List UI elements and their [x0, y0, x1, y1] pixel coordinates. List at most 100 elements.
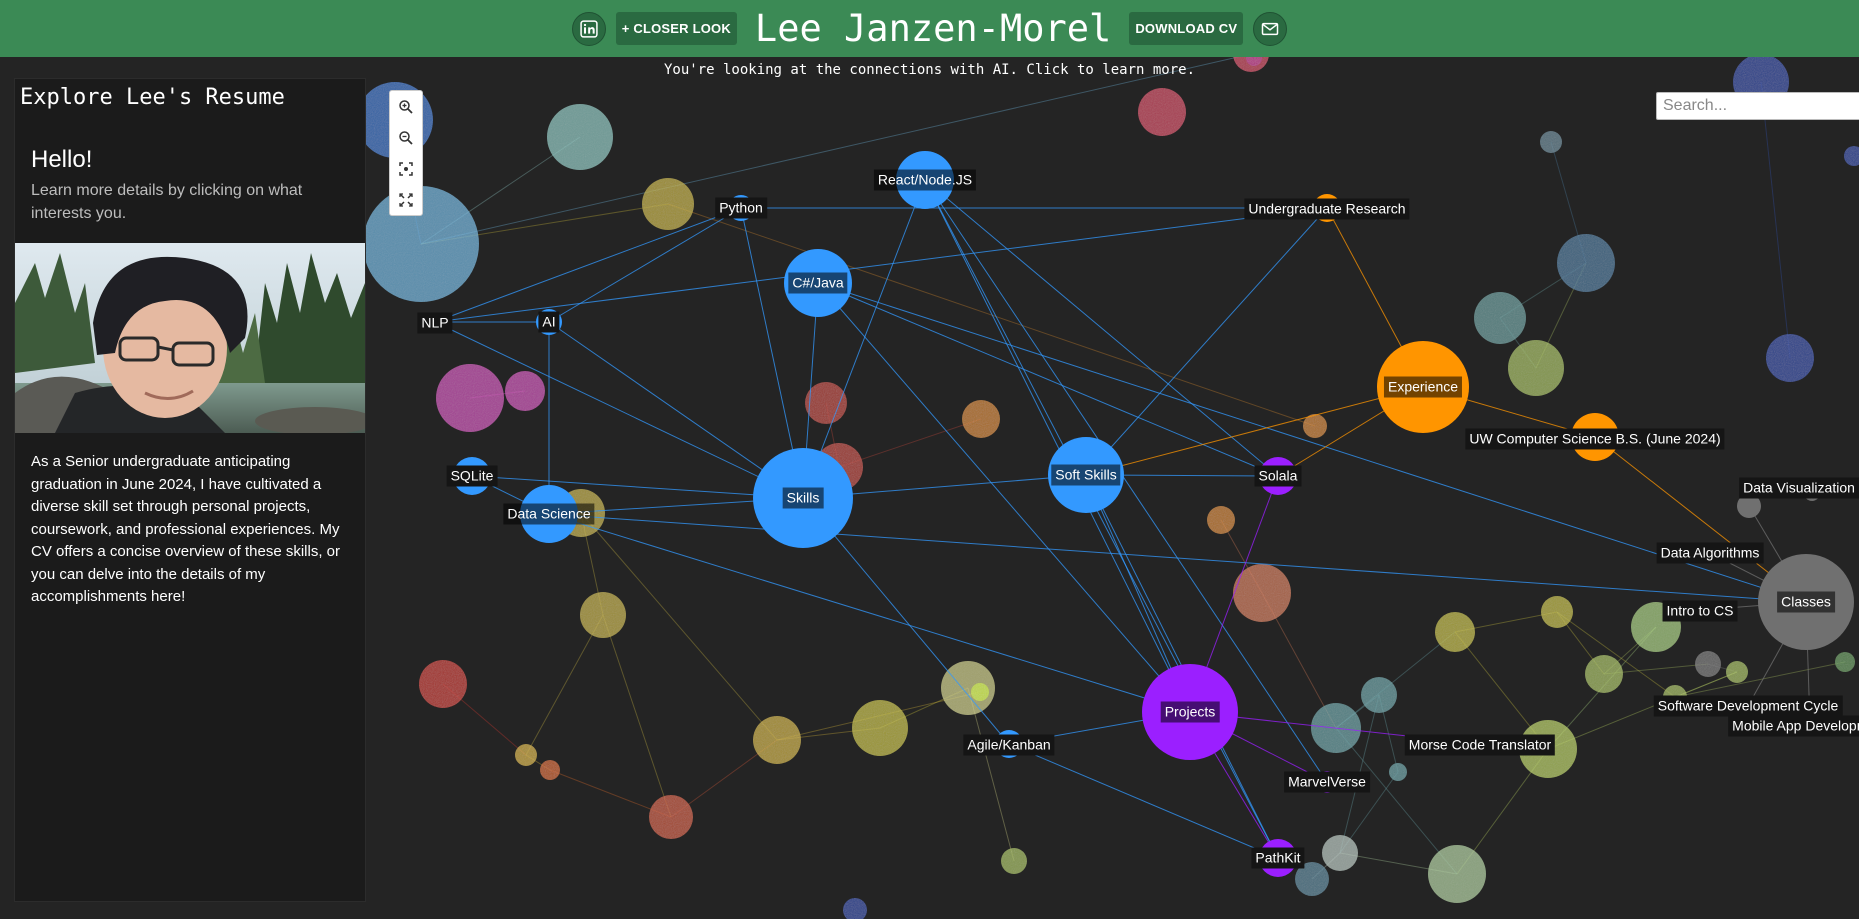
- background-node[interactable]: [649, 795, 693, 839]
- link-react-projects: [924, 179, 1191, 713]
- link-csharp-projects: [817, 282, 1191, 713]
- node-label-uwcs[interactable]: UW Computer Science B.S. (June 2024): [1465, 428, 1725, 450]
- background-node[interactable]: [852, 700, 908, 756]
- background-node[interactable]: [1001, 848, 1027, 874]
- connection-hint: You're looking at the connections with A…: [663, 62, 1195, 78]
- background-node[interactable]: [805, 382, 847, 424]
- node-label-sdc[interactable]: Software Development Cycle: [1653, 695, 1843, 717]
- graph-nodes[interactable]: [426, 151, 1854, 877]
- link-datasci-projects: [548, 513, 1191, 713]
- node-label-introcs[interactable]: Intro to CS: [1662, 600, 1738, 622]
- background-node[interactable]: [1541, 596, 1573, 628]
- profile-photo: [15, 243, 365, 433]
- background-node[interactable]: [642, 178, 694, 230]
- background-node[interactable]: [962, 400, 1000, 438]
- link-agile-pathkit: [1008, 743, 1279, 859]
- background-node[interactable]: [1207, 506, 1235, 534]
- background-node[interactable]: [1726, 661, 1748, 683]
- background-node[interactable]: [1695, 651, 1721, 677]
- background-node[interactable]: [1844, 146, 1859, 166]
- hello-heading: Hello!: [31, 146, 93, 173]
- background-node[interactable]: [1322, 835, 1358, 871]
- resume-panel: Explore Lee's Resume Hello! Learn more d…: [14, 78, 366, 902]
- background-node[interactable]: [1585, 655, 1623, 693]
- background-node[interactable]: [540, 760, 560, 780]
- panel-title: Explore Lee's Resume: [20, 85, 285, 110]
- background-node[interactable]: [580, 592, 626, 638]
- background-node[interactable]: [505, 371, 545, 411]
- node-label-csharp[interactable]: C#/Java: [788, 272, 848, 294]
- background-node[interactable]: [753, 716, 801, 764]
- background-link: [525, 614, 604, 756]
- link-skills-react: [802, 179, 926, 499]
- background-node[interactable]: [843, 898, 867, 919]
- background-node[interactable]: [1508, 340, 1564, 396]
- node-label-sqlite[interactable]: SQLite: [446, 465, 498, 487]
- node-label-mobile[interactable]: Mobile App Development: [1728, 715, 1859, 737]
- background-node[interactable]: [1428, 845, 1486, 903]
- background-node[interactable]: [515, 744, 537, 766]
- zoom-controls: [389, 90, 423, 216]
- node-label-morse[interactable]: Morse Code Translator: [1404, 734, 1556, 756]
- background-node[interactable]: [1557, 234, 1615, 292]
- background-node[interactable]: [1138, 88, 1186, 136]
- fit-view-button[interactable]: [395, 158, 417, 180]
- node-label-projects[interactable]: Projects: [1160, 701, 1220, 723]
- node-label-skills[interactable]: Skills: [782, 487, 824, 509]
- background-link: [1760, 81, 1791, 359]
- node-label-experience[interactable]: Experience: [1383, 376, 1463, 398]
- linkedin-button[interactable]: [571, 11, 606, 46]
- background-node[interactable]: [436, 364, 504, 432]
- fullscreen-icon: [399, 192, 413, 207]
- background-link: [602, 614, 672, 818]
- background-node[interactable]: [971, 683, 989, 701]
- node-label-softskills[interactable]: Soft Skills: [1051, 464, 1121, 486]
- background-node[interactable]: [1540, 131, 1562, 153]
- background-node[interactable]: [1766, 334, 1814, 382]
- background-node[interactable]: [1389, 763, 1407, 781]
- background-node[interactable]: [1435, 612, 1475, 652]
- search-input[interactable]: [1656, 92, 1859, 120]
- email-button[interactable]: [1253, 11, 1288, 46]
- node-label-react[interactable]: React/Node.JS: [873, 169, 977, 191]
- top-header: + CLOSER LOOK Lee Janzen-Morel DOWNLOAD …: [0, 0, 1859, 57]
- background-node[interactable]: [1474, 292, 1526, 344]
- node-label-solala[interactable]: Solala: [1254, 465, 1302, 487]
- bio-text: As a Senior undergraduate anticipating g…: [31, 453, 341, 605]
- link-nlp-python: [434, 207, 742, 323]
- closer-look-button[interactable]: + CLOSER LOOK: [615, 12, 737, 45]
- linkedin-icon: [580, 19, 598, 38]
- link-softskills-ugresearch: [1085, 207, 1328, 476]
- link-ai-python: [548, 207, 742, 323]
- mail-icon: [1261, 22, 1279, 35]
- zoom-in-icon: [399, 99, 413, 114]
- background-node[interactable]: [1835, 652, 1855, 672]
- zoom-out-button[interactable]: [395, 127, 417, 149]
- background-link: [667, 203, 1316, 427]
- node-label-ugresearch[interactable]: Undergraduate Research: [1244, 198, 1410, 220]
- node-label-classes[interactable]: Classes: [1777, 591, 1835, 613]
- node-label-datavis[interactable]: Data Visualization: [1739, 477, 1859, 499]
- node-label-python[interactable]: Python: [715, 197, 767, 219]
- fullscreen-button[interactable]: [395, 189, 417, 211]
- page-title: Lee Janzen-Morel: [754, 7, 1112, 50]
- zoom-out-icon: [399, 130, 413, 145]
- node-label-agile[interactable]: Agile/Kanban: [963, 734, 1055, 756]
- zoom-in-button[interactable]: [395, 96, 417, 118]
- background-node[interactable]: [547, 104, 613, 170]
- node-label-pathkit[interactable]: PathKit: [1251, 847, 1305, 869]
- download-cv-button[interactable]: DOWNLOAD CV: [1129, 12, 1244, 45]
- node-label-dataalg[interactable]: Data Algorithms: [1656, 542, 1764, 564]
- node-label-marvel[interactable]: MarvelVerse: [1284, 771, 1370, 793]
- link-csharp-solala: [817, 282, 1279, 477]
- background-link: [420, 53, 1252, 245]
- background-node[interactable]: [419, 660, 467, 708]
- hello-subtitle: Learn more details by clicking on what i…: [31, 182, 303, 222]
- node-label-datasci[interactable]: Data Science: [503, 503, 595, 525]
- fit-view-icon: [399, 161, 413, 176]
- link-datasci-classes: [548, 513, 1807, 603]
- node-label-ai[interactable]: AI: [538, 311, 560, 333]
- background-node[interactable]: [1361, 677, 1397, 713]
- link-nlp-ugresearch: [434, 207, 1328, 323]
- node-label-nlp[interactable]: NLP: [417, 312, 453, 334]
